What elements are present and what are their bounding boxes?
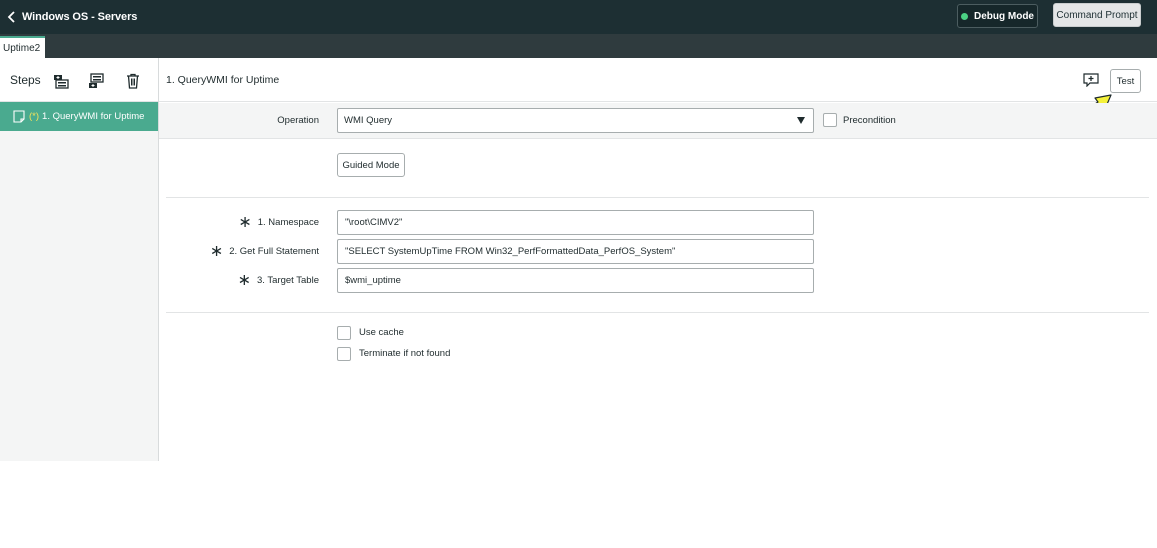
terminate-if-not-found-label: Terminate if not found: [359, 348, 451, 359]
required-asterisk-icon: ∗: [237, 272, 252, 289]
param-label-text: 1. Namespace: [257, 216, 319, 228]
back-chevron-icon[interactable]: [2, 0, 22, 34]
precondition-label: Precondition: [843, 115, 896, 126]
debug-mode-label: Debug Mode: [974, 10, 1034, 22]
trash-icon[interactable]: [124, 72, 142, 90]
divider: [166, 312, 1149, 313]
divider: [166, 197, 1149, 198]
empty-area: [0, 461, 1157, 548]
step-header: 1. QueryWMI for Uptime Test: [159, 58, 1157, 102]
command-prompt-button[interactable]: Command Prompt: [1053, 3, 1141, 27]
add-comment-icon[interactable]: [1083, 73, 1099, 87]
steps-sidebar: Steps (*) 1. QueryWMI for Uptime: [0, 58, 159, 461]
param-label-text: 3. Target Table: [257, 274, 319, 286]
param-label-statement: ∗ 2. Get Full Statement: [159, 243, 319, 260]
app-root: Windows OS - Servers Debug Mode Command …: [0, 0, 1157, 548]
tab-uptime2[interactable]: Uptime2: [0, 36, 45, 58]
full-statement-input[interactable]: "SELECT SystemUpTime FROM Win32_PerfForm…: [337, 239, 814, 264]
debug-mode-button[interactable]: Debug Mode: [957, 4, 1038, 28]
precondition-checkbox[interactable]: [823, 113, 837, 127]
use-cache-checkbox[interactable]: [337, 326, 351, 340]
step-title: 1. QueryWMI for Uptime: [166, 74, 280, 86]
tab-bar: Uptime2: [0, 34, 1157, 58]
namespace-input[interactable]: "\root\CIMV2": [337, 210, 814, 235]
document-icon: [13, 110, 25, 123]
top-bar: Windows OS - Servers Debug Mode Command …: [0, 0, 1157, 34]
status-dot-icon: [961, 12, 968, 20]
required-asterisk-icon: ∗: [209, 243, 224, 260]
step-editor: 1. QueryWMI for Uptime Test Operation WM…: [159, 58, 1157, 461]
use-cache-label: Use cache: [359, 327, 404, 338]
app-title: Windows OS - Servers: [22, 11, 138, 23]
guided-mode-button[interactable]: Guided Mode: [337, 153, 405, 177]
terminate-if-not-found-checkbox[interactable]: [337, 347, 351, 361]
sidebar-item-step-1[interactable]: (*) 1. QueryWMI for Uptime: [0, 102, 158, 131]
required-asterisk-icon: ∗: [238, 214, 252, 231]
dropdown-caret-icon: [797, 117, 805, 124]
unsaved-marker: (*): [29, 111, 40, 122]
add-step-above-icon[interactable]: [53, 72, 71, 90]
param-label-text: 2. Get Full Statement: [229, 245, 319, 257]
operation-label: Operation: [277, 115, 319, 126]
param-label-target-table: ∗ 3. Target Table: [159, 272, 319, 289]
operation-value: WMI Query: [344, 115, 393, 126]
param-label-namespace: ∗ 1. Namespace: [159, 214, 319, 231]
operation-row: Operation WMI Query Precondition: [159, 103, 1157, 139]
sidebar-item-label: 1. QueryWMI for Uptime: [42, 111, 145, 122]
test-button[interactable]: Test: [1110, 69, 1141, 93]
add-step-below-icon[interactable]: [88, 72, 106, 90]
steps-heading: Steps: [10, 72, 41, 87]
target-table-input[interactable]: $wmi_uptime: [337, 268, 814, 293]
operation-select[interactable]: WMI Query: [337, 108, 814, 133]
